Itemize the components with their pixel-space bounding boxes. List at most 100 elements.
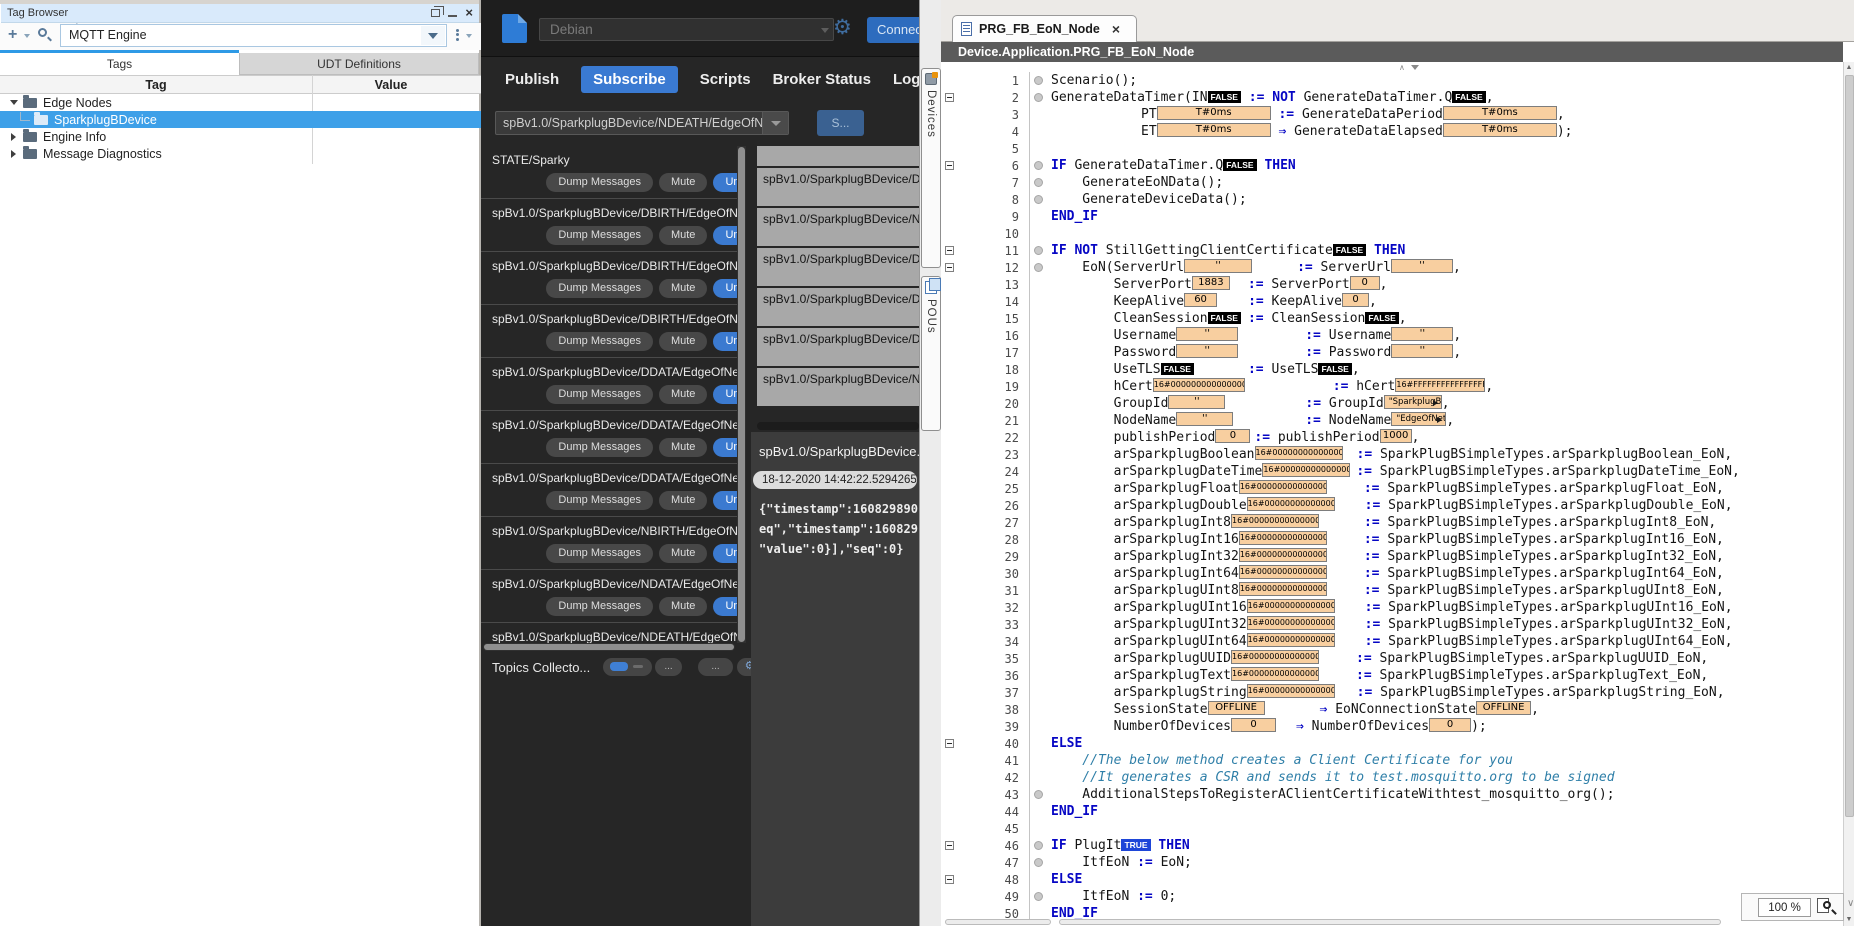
subscription-row[interactable]: spBv1.0/SparkplugBDevice/NDEATH/EdgeOfNe… (481, 623, 737, 643)
inline-value-box[interactable]: '' (1176, 344, 1238, 358)
code-line[interactable]: 30 arSparkplugInt6416#000000000000000:= … (941, 565, 1841, 582)
inline-value-box[interactable]: 16#000000000000000 (1247, 497, 1335, 511)
chevron-down-icon[interactable]: ∨ (1847, 898, 1854, 909)
tab-udt-definitions[interactable]: UDT Definitions (239, 53, 479, 75)
code-line[interactable]: 3PTT#0ms := GenerateDataPeriodT#0ms, (941, 106, 1841, 123)
inline-value-box[interactable]: '' (1391, 327, 1453, 341)
inline-value-badge-false[interactable]: FALSE (1365, 312, 1398, 324)
fold-marker-icon[interactable] (945, 161, 954, 170)
code-editor[interactable]: 1Scenario();2GenerateDataTimer(INFALSE :… (941, 72, 1841, 922)
dump-messages-button[interactable]: Dump Messages (546, 491, 653, 510)
inline-value-box[interactable]: 16#000000000000000 (1231, 667, 1319, 681)
code-line[interactable]: 47 ItfEoN := EoN; (941, 854, 1841, 871)
inline-value-box[interactable]: 16#000000000000000 (1255, 446, 1343, 460)
nav-tab-broker-status[interactable]: Broker Status (773, 71, 871, 88)
code-line[interactable]: 31 arSparkplugUInt816#000000000000000:= … (941, 582, 1841, 599)
mute-button[interactable]: Mute (659, 173, 707, 192)
code-line[interactable]: 43 AdditionalStepsToRegisterAClientCerti… (941, 786, 1841, 803)
code-line[interactable]: 48ELSE (941, 871, 1841, 888)
code-line[interactable]: 21 NodeName'':= NodeName"EdgeOfNetw, (941, 412, 1841, 429)
fold-marker-icon[interactable] (945, 841, 954, 850)
scroll-down-icon[interactable]: ▼ (1844, 914, 1854, 926)
inline-value-box[interactable]: 0 (1429, 718, 1471, 732)
inline-value-badge-false[interactable]: FALSE (1208, 312, 1241, 324)
dump-messages-button[interactable]: Dump Messages (546, 385, 653, 404)
nav-tab-publish[interactable]: Publish (505, 71, 559, 88)
breakpoint-dot-icon[interactable] (1034, 841, 1043, 850)
tree-row[interactable]: Edge Nodes (0, 94, 481, 111)
close-icon[interactable]: × (465, 8, 473, 18)
inline-value-box[interactable]: 1883 (1192, 276, 1230, 290)
breakpoint-dot-icon[interactable] (1034, 892, 1043, 901)
code-line[interactable]: 36 arSparkplugText16#000000000000000:= S… (941, 667, 1841, 684)
code-line[interactable]: 11IF NOT StillGettingClientCertificateFA… (941, 242, 1841, 259)
message-list-item[interactable]: spBv1.0/SparkplugBDevice/NDEA (757, 368, 919, 406)
breakpoint-dot-icon[interactable] (1034, 161, 1043, 170)
code-line[interactable]: 4ETT#0ms ⇒ GenerateDataElapsedT#0ms); (941, 123, 1841, 140)
mute-button[interactable]: Mute (659, 491, 707, 510)
inline-value-badge-false[interactable]: FALSE (1208, 91, 1241, 103)
inline-value-badge-false[interactable]: FALSE (1223, 159, 1256, 171)
subscription-row[interactable]: spBv1.0/SparkplugBDevice/NBIRTH/EdgeOfNe… (481, 517, 737, 569)
chevron-down-icon[interactable] (421, 26, 445, 45)
unsubscribe-button[interactable]: Uns (713, 173, 737, 192)
inline-value-box[interactable]: 16#000000000000000 (1247, 684, 1335, 698)
mute-button[interactable]: Mute (659, 226, 707, 245)
code-line[interactable]: 33 arSparkplugUInt3216#000000000000000:=… (941, 616, 1841, 633)
code-line[interactable]: 5 (941, 140, 1841, 157)
breakpoint-gutter[interactable] (1025, 841, 1051, 850)
subscription-row[interactable]: spBv1.0/SparkplugBDevice/DDATA/EdgeOfNet… (481, 464, 737, 516)
more-menu-icon[interactable] (456, 27, 460, 43)
inline-value-badge-false[interactable]: FALSE (1161, 363, 1194, 375)
tree-row[interactable]: Engine Info (0, 128, 481, 145)
side-tab-devices[interactable]: Devices (921, 68, 941, 268)
minimize-icon[interactable] (448, 14, 457, 17)
editor-tab[interactable]: PRG_FB_EoN_Node × (952, 15, 1137, 42)
unsubscribe-button[interactable]: Uns (713, 597, 737, 616)
close-tab-icon[interactable]: × (1112, 23, 1120, 35)
inline-value-box[interactable]: '' (1391, 259, 1453, 273)
message-list-item[interactable]: spBv1.0/SparkplugBDevice/DDAT (757, 328, 919, 366)
breakpoint-dot-icon[interactable] (1034, 246, 1043, 255)
code-line[interactable]: 23 arSparkplugBoolean16#000000000000000:… (941, 446, 1841, 463)
breakpoint-gutter[interactable] (1025, 161, 1051, 170)
zoom-level[interactable]: 100 % (1758, 898, 1811, 917)
tree-row[interactable]: Message Diagnostics (0, 145, 481, 162)
subscription-row[interactable]: spBv1.0/SparkplugBDevice/DDATA/EdgeOfNet… (481, 411, 737, 463)
breakpoint-dot-icon[interactable] (1034, 790, 1043, 799)
tab-tags[interactable]: Tags (0, 53, 239, 75)
breakpoint-gutter[interactable] (1025, 195, 1051, 204)
code-line[interactable]: 40ELSE (941, 735, 1841, 752)
inline-value-box[interactable]: T#0ms (1157, 106, 1271, 120)
code-line[interactable]: 41 //The below method creates a Client C… (941, 752, 1841, 769)
breakpoint-dot-icon[interactable] (1034, 263, 1043, 272)
code-line[interactable]: 9END_IF (941, 208, 1841, 225)
breakpoint-dot-icon[interactable] (1034, 858, 1043, 867)
unsubscribe-button[interactable]: Uns (713, 279, 737, 298)
breakpoint-dot-icon[interactable] (1034, 76, 1043, 85)
code-line[interactable]: 13 ServerPort1883:= ServerPort0, (941, 276, 1841, 293)
subscription-row[interactable]: spBv1.0/SparkplugBDevice/NDATA/EdgeOfNet… (481, 570, 737, 622)
mute-button[interactable]: Mute (659, 279, 707, 298)
chevron-down-icon[interactable] (821, 28, 829, 33)
collector-toggle-button[interactable] (603, 658, 652, 676)
inline-value-badge-true[interactable]: TRUE (1121, 839, 1150, 851)
subscription-row[interactable]: spBv1.0/SparkplugBDevice/DBIRTH/EdgeOfNe… (481, 305, 737, 357)
dump-messages-button[interactable]: Dump Messages (546, 597, 653, 616)
breakpoint-gutter[interactable] (1025, 790, 1051, 799)
inline-value-box[interactable]: 16#000000000000000 (1262, 463, 1350, 477)
unsubscribe-button[interactable]: Uns (713, 438, 737, 457)
subscription-row[interactable]: STATE/SparkyDump MessagesMuteUns (481, 146, 737, 198)
subscription-horizontal-scrollbar[interactable] (483, 643, 735, 651)
inline-value-box[interactable]: 16#000000000000000 (1247, 633, 1335, 647)
gear-icon[interactable]: ⚙ (833, 16, 852, 40)
subscription-row[interactable]: spBv1.0/SparkplugBDevice/DBIRTH/EdgeOfNe… (481, 199, 737, 251)
code-line[interactable]: 46IF PlugItTRUE THEN (941, 837, 1841, 854)
dump-messages-button[interactable]: Dump Messages (546, 173, 653, 192)
code-line[interactable]: 25 arSparkplugFloat16#000000000000000:= … (941, 480, 1841, 497)
message-list-item[interactable]: spBv1.0/SparkplugBDevice/NDAT (757, 208, 919, 246)
code-line[interactable]: 26 arSparkplugDouble16#000000000000000:=… (941, 497, 1841, 514)
collector-more-button[interactable]: ... (655, 658, 682, 676)
expand-caret-icon[interactable] (10, 100, 18, 105)
nav-tab-log[interactable]: Log (893, 71, 919, 88)
